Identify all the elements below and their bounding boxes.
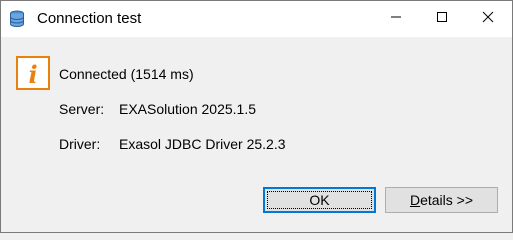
server-label: Server: [59,101,105,117]
details-label-rest: etails >> [420,192,474,208]
server-value: EXASolution 2025.1.5 [119,101,256,117]
connection-test-dialog: Connection test i Connected (1514 ms) Se… [0,0,513,233]
driver-value: Exasol JDBC Driver 25.2.3 [119,136,286,152]
driver-label: Driver: [59,136,101,152]
ok-button[interactable]: OK [263,187,376,213]
svg-text:i: i [28,60,37,89]
database-icon [9,10,25,28]
focus-rectangle [267,191,372,209]
title-bar[interactable]: Connection test [1,1,512,37]
window-title: Connection test [37,10,142,27]
minimize-icon [390,10,402,28]
close-button[interactable] [465,1,511,37]
details-mnemonic: D [409,192,421,208]
details-button-label: Details >> [410,192,473,208]
connection-status: Connected (1514 ms) [59,66,194,82]
details-button[interactable]: Details >> [385,187,498,213]
info-icon: i [16,56,50,90]
minimize-button[interactable] [373,1,419,37]
close-icon [482,10,494,28]
maximize-icon [436,10,448,28]
maximize-button[interactable] [419,1,465,37]
